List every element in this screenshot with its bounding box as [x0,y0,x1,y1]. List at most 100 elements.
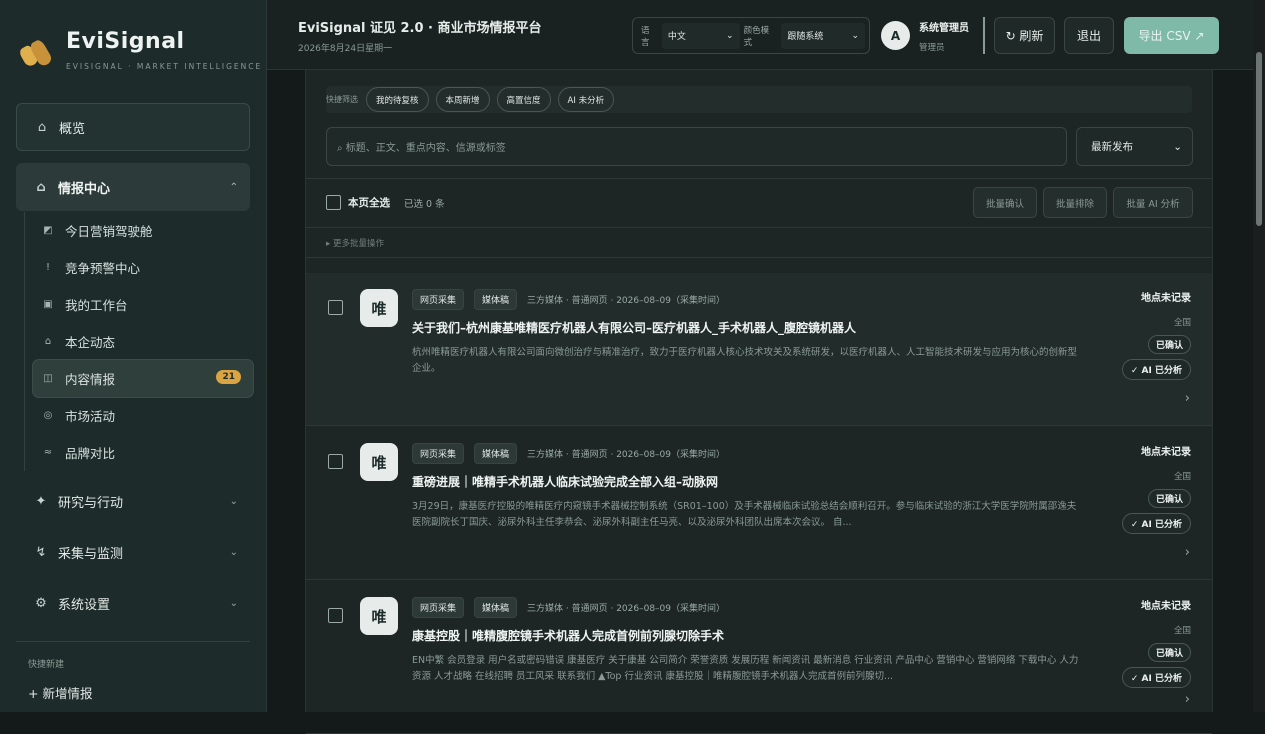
brand-logo-icon [17,36,54,70]
sidebar-item-company-news[interactable]: ⌂ 本企动态 [25,323,254,360]
select-all-checkbox[interactable] [326,195,341,210]
refresh-button[interactable]: ↻ 刷新 [994,17,1055,54]
item-location: 地点未记录 [1141,447,1191,458]
chevron-down-icon: ⌄ [229,495,238,507]
compare-icon: ≈ [43,447,53,458]
color-mode-value: 跟随系统 [787,32,824,42]
select-all[interactable]: 本页全选 已选 0 条 [326,195,445,210]
item-title[interactable]: 关于我们–杭州康基唯精医疗机器人有限公司–医疗机器人_手术机器人_腹腔镜机器人 [412,319,856,336]
export-csv-button[interactable]: 导出 CSV ↗ [1124,17,1219,54]
item-checkbox[interactable] [328,300,343,315]
bulk-exclude-button[interactable]: 批量排除 [1043,187,1107,218]
select-all-label: 本页全选 [348,197,390,209]
language-label: 语言 [641,25,650,48]
brand[interactable]: EviSignal EVISIGNAL · MARKET INTELLIGENC… [17,28,263,71]
chevron-right-icon[interactable]: › [1185,545,1190,560]
item-checkbox[interactable] [328,454,343,469]
quick-new-label: 快捷新建 [28,660,65,670]
sidebar-item-competition-alert[interactable]: ! 竞争预警中心 [25,249,254,286]
alert-icon: ! [45,262,50,273]
nav-collect-monitor[interactable]: ↯ 采集与监测 ⌄ [16,530,250,574]
chip-my-review[interactable]: 我的待复核 [366,87,429,112]
source-avatar: 唯 [360,443,398,481]
item-title[interactable]: 重磅进展｜唯精手术机器人临床试验完成全部入组–动脉网 [412,473,718,490]
chevron-right-icon[interactable]: › [1185,391,1190,406]
item-summary: 杭州唯精医疗机器人有限公司面向微创治疗与精准治疗，致力于医疗机器人核心技术攻关及… [412,347,1078,374]
home-icon: ⌂ [36,179,46,195]
chevron-right-icon[interactable]: › [1185,692,1190,707]
more-bulk-actions[interactable]: ▸ 更多批量操作 [326,237,384,249]
sidebar-item-market-events[interactable]: ◎ 市场活动 [25,397,254,434]
sidebar-item-label: 品牌对比 [65,446,116,461]
avatar[interactable]: A [881,21,910,50]
divider [306,178,1212,179]
sidebar: EviSignal EVISIGNAL · MARKET INTELLIGENC… [0,0,267,712]
brand-name: EviSignal [66,29,185,54]
search-placeholder: ⌕ 标题、正文、重点内容、信源或标签 [337,143,506,154]
nav-research-action[interactable]: ✦ 研究与行动 ⌄ [16,479,250,523]
language-select[interactable]: 中文 ⌄ [661,22,740,49]
workbench-icon: ▣ [43,299,53,310]
user-name: 系统管理员 [919,23,969,34]
sidebar-item-brand-compare[interactable]: ≈ 品牌对比 [25,434,254,471]
target-icon: ◎ [43,410,53,421]
nav-intel-center[interactable]: ⌂ 情报中心 ⌃ [16,163,250,211]
brand-subtitle: EVISIGNAL · MARKET INTELLIGENCE [66,62,263,71]
color-mode-select[interactable]: 跟随系统 ⌄ [781,22,865,49]
item-summary: EN中繁 会员登录 用户名或密码错误 康基医疗 关于康基 公司简介 荣誉资质 发… [412,655,1079,682]
chip-new-this-week[interactable]: 本周新增 [435,87,490,112]
content-icon: ◫ [43,373,53,384]
logout-button[interactable]: 退出 [1064,17,1114,54]
chip-ai-unanalyzed[interactable]: AI 未分析 [557,87,615,112]
selected-count: 已选 0 条 [404,198,445,210]
bulk-ai-button[interactable]: 批量 AI 分析 [1113,187,1193,218]
page-scrollbar[interactable] [1253,0,1265,712]
header-divider [983,17,985,54]
item-meta: 三方媒体 · 普通网页 · 2026–08–09（采集时间） [527,450,726,460]
tag-media: 媒体稿 [474,597,518,618]
count-badge: 21 [216,370,241,384]
current-date: 2026年8月24日星期一 [298,44,393,54]
sidebar-item-label: 本企动态 [65,335,116,350]
chevron-down-icon: ⌄ [1173,140,1182,153]
tag-media: 媒体稿 [474,289,518,310]
add-intel-button[interactable]: + 新增情报 [28,683,92,702]
list-item[interactable]: 唯 网页采集 媒体稿 三方媒体 · 普通网页 · 2026–08–09（采集时间… [306,273,1212,426]
status-badge: 已确认 [1147,489,1191,508]
bulk-confirm-button[interactable]: 批量确认 [973,187,1037,218]
color-mode-label: 颜色模式 [743,25,770,48]
chevron-down-icon: ⌄ [229,546,238,558]
intel-subnav: ◩ 今日营销驾驶舱 ! 竞争预警中心 ▣ 我的工作台 ⌂ 本企动态 ◫ 内容情报… [24,212,254,471]
search-input[interactable]: ⌕ 标题、正文、重点内容、信源或标签 [326,127,1067,166]
sort-select[interactable]: 最新发布 ⌄ [1076,127,1193,166]
sidebar-item-content-intel[interactable]: ◫ 内容情报 21 [33,360,253,397]
chip-high-confidence[interactable]: 高置信度 [496,87,551,112]
item-region: 全国 [1173,318,1191,328]
nav-overview[interactable]: ⌂ 概览 [16,103,250,151]
divider [306,227,1212,228]
language-value: 中文 [667,32,686,42]
list-item[interactable]: 唯 网页采集 媒体稿 三方媒体 · 普通网页 · 2026–08–09（采集时间… [306,427,1212,580]
sidebar-divider [16,641,250,642]
nav-system-settings[interactable]: ⚙ 系统设置 ⌄ [16,581,250,625]
chevron-up-icon: ⌃ [229,181,238,193]
home-icon: ⌂ [37,119,47,135]
chevron-down-icon: ⌄ [726,30,734,41]
header: EviSignal 证见 2.0 · 商业市场情报平台 2026年8月24日星期… [267,0,1253,70]
scrollbar-thumb[interactable] [1256,52,1262,226]
ai-status-badge: ✓ AI 已分析 [1121,513,1191,534]
page-title: EviSignal 证见 2.0 · 商业市场情报平台 [298,21,542,36]
nav-intel-center-label: 情报中心 [58,181,111,197]
sidebar-item-label: 竞争预警中心 [65,261,141,276]
item-checkbox[interactable] [328,608,343,623]
nav-group-label: 研究与行动 [58,495,124,511]
list-item[interactable]: 唯 网页采集 媒体稿 三方媒体 · 普通网页 · 2026–08–09（采集时间… [306,581,1212,734]
source-avatar: 唯 [360,289,398,327]
sidebar-item-marketing-cockpit[interactable]: ◩ 今日营销驾驶舱 [25,212,254,249]
sidebar-item-workbench[interactable]: ▣ 我的工作台 [25,286,254,323]
chevron-down-icon: ⌄ [229,597,238,609]
item-location: 地点未记录 [1141,293,1191,304]
status-badge: 已确认 [1147,643,1191,662]
item-region: 全国 [1173,472,1191,482]
item-title[interactable]: 康基控股｜唯精腹腔镜手术机器人完成首例前列腺切除手术 [412,627,724,644]
